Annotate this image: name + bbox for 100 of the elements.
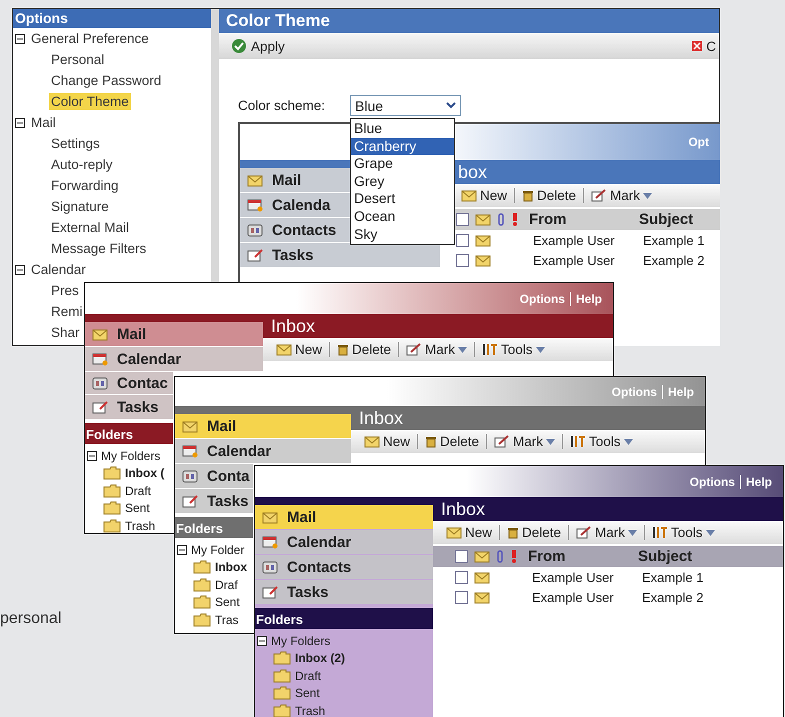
toolbar-button[interactable]: Delete <box>417 434 486 449</box>
toolbar-button[interactable]: Delete <box>514 188 584 203</box>
toolbar-button[interactable]: Delete <box>329 342 398 357</box>
color-scheme-select[interactable]: Blue <box>350 95 461 116</box>
paperclip-icon <box>497 213 505 226</box>
folder-item[interactable]: Trash <box>295 704 326 717</box>
checkbox[interactable] <box>456 254 469 266</box>
header-link[interactable]: Options <box>684 474 740 488</box>
tree-item[interactable]: Pres <box>49 282 81 299</box>
nav-item[interactable]: Tasks <box>85 395 173 419</box>
folder-item[interactable]: My Folder <box>191 542 244 557</box>
checkbox[interactable] <box>456 234 469 246</box>
tree-item[interactable]: Shar <box>49 324 82 341</box>
toolbar-button[interactable]: Tools <box>562 434 640 449</box>
nav-item[interactable]: Conta <box>175 464 253 488</box>
clipboard-icon <box>247 248 263 262</box>
toolbar-button[interactable]: Delete <box>499 525 568 540</box>
folder-icon <box>273 668 291 683</box>
toolbar-button[interactable]: Mark <box>583 188 660 203</box>
checkbox[interactable] <box>455 570 468 584</box>
tree-item[interactable]: Signature <box>49 198 111 215</box>
tree-item[interactable]: Change Password <box>49 72 164 89</box>
toolbar-button[interactable]: Mark <box>486 434 562 449</box>
tools-icon <box>482 343 498 356</box>
toolbar-button[interactable]: New <box>439 525 500 540</box>
tree-item[interactable]: Auto-reply <box>49 156 115 173</box>
tree-item[interactable]: Message Filters <box>49 240 148 257</box>
folder-item[interactable]: Inbox (2) <box>295 651 345 666</box>
close-button[interactable]: C <box>692 38 716 54</box>
tree-item[interactable]: Personal <box>49 51 106 68</box>
tree-group-label[interactable]: General Preference <box>31 31 149 46</box>
trash-icon <box>522 189 534 202</box>
pencil-icon <box>576 526 592 539</box>
nav-item[interactable]: Tasks <box>175 489 253 513</box>
folder-item[interactable]: Inbox <box>215 560 247 574</box>
folder-item[interactable]: Sent <box>215 595 240 610</box>
column-header[interactable]: From <box>528 548 632 565</box>
checkbox[interactable] <box>455 550 468 563</box>
nav-item[interactable]: Tasks <box>255 580 433 604</box>
apply-button[interactable]: Apply <box>231 38 285 54</box>
tree-item[interactable]: External Mail <box>49 219 132 236</box>
calendar-icon <box>247 198 263 212</box>
folder-item[interactable]: Sent <box>295 686 320 700</box>
envelope-icon <box>262 510 278 524</box>
tree-item[interactable]: Forwarding <box>49 177 121 194</box>
envelope-icon <box>475 234 491 246</box>
dropdown-option[interactable]: Cranberry <box>351 138 454 156</box>
folder-icon <box>193 578 211 592</box>
folder-item[interactable]: Tras <box>215 612 239 627</box>
folder-icon <box>193 595 211 610</box>
column-header[interactable]: From <box>529 211 633 228</box>
envelope-icon <box>92 328 108 340</box>
nav-item[interactable]: Calendar <box>175 439 351 463</box>
tree-item[interactable]: Settings <box>49 135 102 152</box>
envelope-icon <box>475 254 491 266</box>
nav-item[interactable]: Calendar <box>85 347 263 371</box>
folder-item[interactable]: Sent <box>125 501 150 516</box>
column-header[interactable]: Subject <box>638 548 692 565</box>
dropdown-option[interactable]: Blue <box>351 120 454 138</box>
tools-icon <box>570 435 586 448</box>
header-link[interactable]: Help <box>570 292 607 306</box>
column-header[interactable]: Subject <box>639 211 694 228</box>
toolbar-button[interactable]: Mark <box>398 342 474 357</box>
tree-group-label[interactable]: Mail <box>31 115 56 130</box>
nav-item[interactable]: Calendar <box>255 530 433 554</box>
check-circle-icon <box>231 38 247 54</box>
toolbar-button[interactable]: Tools <box>474 342 552 357</box>
toolbar-button[interactable]: New <box>269 342 330 357</box>
folder-item[interactable]: Draf <box>215 578 238 592</box>
nav-item[interactable]: Mail <box>85 322 263 346</box>
folder-item[interactable]: Inbox ( <box>125 466 164 480</box>
nav-item[interactable]: Tasks <box>240 243 440 267</box>
folder-item[interactable]: My Folders <box>271 634 330 648</box>
folder-item[interactable]: Draft <box>295 668 322 683</box>
table-cell-text: Example User <box>532 590 615 604</box>
envelope-icon <box>247 174 263 186</box>
toolbar-button[interactable]: New <box>357 434 418 449</box>
tree-group-label[interactable]: Calendar <box>31 262 86 277</box>
folder-item[interactable]: My Folders <box>101 448 160 463</box>
trash-icon <box>337 343 350 356</box>
folder-item[interactable]: Trash <box>125 518 156 533</box>
toolbar-button[interactable]: New <box>454 188 514 203</box>
nav-item[interactable]: Contac <box>85 372 173 394</box>
folder-item[interactable]: Draft <box>125 484 152 498</box>
table-cell: Example 1 <box>643 232 704 248</box>
checkbox[interactable] <box>456 213 469 226</box>
checkbox[interactable] <box>455 590 468 604</box>
folder-icon <box>273 686 291 700</box>
toolbar-button[interactable]: Mark <box>568 525 644 540</box>
table-cell: Example 1 <box>642 570 704 584</box>
contact-card-icon <box>247 224 263 236</box>
envelope-icon <box>276 343 292 356</box>
nav-item[interactable]: Contacts <box>255 555 433 579</box>
nav-item[interactable]: Mail <box>175 414 351 438</box>
toolbar-button[interactable]: Tools <box>644 525 722 540</box>
envelope-icon <box>474 570 490 584</box>
nav-item[interactable]: Mail <box>255 505 433 529</box>
header-link[interactable]: Help <box>740 474 777 488</box>
tree-item[interactable]: Color Theme <box>49 93 131 110</box>
tree-item[interactable]: Remi <box>49 303 85 320</box>
